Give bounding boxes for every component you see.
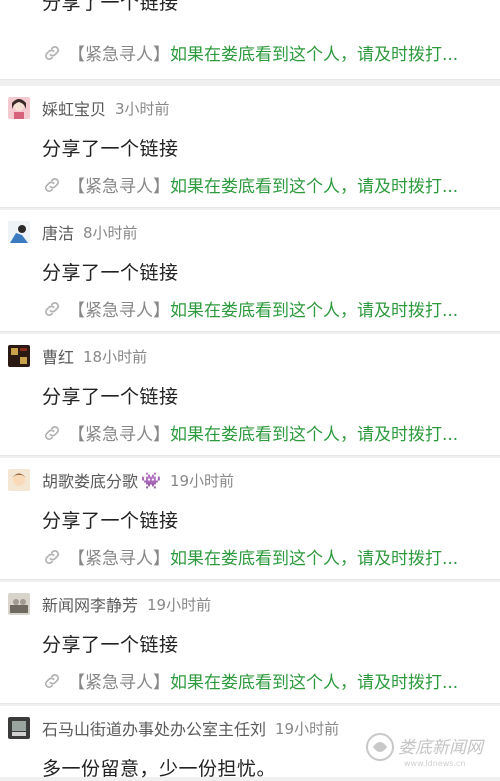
post-time: 18小时前 bbox=[83, 347, 148, 366]
post-text: 分享了一个链接 bbox=[42, 510, 179, 532]
link-tag: 【紧急寻人】 bbox=[68, 549, 170, 569]
post-text: 分享了一个链接 bbox=[42, 138, 179, 160]
link-tag: 【紧急寻人】 bbox=[68, 673, 170, 693]
shared-link[interactable]: 【紧急寻人】 如果在娄底看到这个人，请及时拨打... bbox=[42, 668, 492, 693]
feed-post[interactable]: 曹红 18小时前 分享了一个链接 【紧急寻人】 如果在娄底看到这个人，请及时拨打… bbox=[0, 334, 500, 456]
post-time: 19小时前 bbox=[147, 595, 212, 614]
link-title: 如果在娄底看到这个人，请及时拨打... bbox=[170, 673, 459, 693]
shared-link[interactable]: 【紧急寻人】 如果在娄底看到这个人，请及时拨打... bbox=[42, 544, 492, 569]
shared-link[interactable]: 【紧急寻人】 如果在娄底看到这个人，请及时拨打... bbox=[42, 40, 492, 65]
avatar[interactable] bbox=[8, 593, 30, 615]
avatar[interactable] bbox=[8, 469, 30, 491]
link-tag: 【紧急寻人】 bbox=[68, 425, 170, 445]
shared-link[interactable]: 【紧急寻人】 如果在娄底看到这个人，请及时拨打... bbox=[42, 296, 492, 321]
link-icon bbox=[45, 549, 59, 564]
link-tag: 【紧急寻人】 bbox=[68, 45, 170, 65]
user-name[interactable]: 胡歌娄底分歌 bbox=[42, 468, 138, 492]
link-title: 如果在娄底看到这个人，请及时拨打... bbox=[170, 549, 459, 569]
link-title: 如果在娄底看到这个人，请及时拨打... bbox=[170, 177, 459, 197]
post-text: 分享了一个链接 bbox=[42, 0, 179, 14]
feed-post[interactable]: 胡歌娄底分歌 👾 19小时前 分享了一个链接 【紧急寻人】 如果在娄底看到这个人… bbox=[0, 458, 500, 580]
link-title: 如果在娄底看到这个人，请及时拨打... bbox=[170, 425, 459, 445]
feed-post[interactable]: 分享了一个链接 【紧急寻人】 如果在娄底看到这个人，请及时拨打... bbox=[0, 0, 500, 80]
link-icon bbox=[45, 45, 59, 60]
link-tag: 【紧急寻人】 bbox=[68, 177, 170, 197]
link-icon bbox=[45, 301, 59, 316]
user-name[interactable]: 曹红 bbox=[42, 344, 74, 368]
user-name[interactable]: 婇虹宝贝 bbox=[42, 96, 106, 120]
link-tag: 【紧急寻人】 bbox=[68, 301, 170, 321]
avatar[interactable] bbox=[8, 97, 30, 119]
post-time: 19小时前 bbox=[169, 471, 235, 490]
feed-post[interactable]: 新闻网李静芳 19小时前 分享了一个链接 【紧急寻人】 如果在娄底看到这个人，请… bbox=[0, 582, 500, 704]
avatar[interactable] bbox=[8, 345, 30, 367]
link-title: 如果在娄底看到这个人，请及时拨打... bbox=[170, 301, 459, 321]
feed-post[interactable]: 唐洁 8小时前 分享了一个链接 【紧急寻人】 如果在娄底看到这个人，请及时拨打.… bbox=[0, 210, 500, 332]
post-time: 3小时前 bbox=[115, 99, 170, 118]
link-icon bbox=[45, 673, 59, 688]
user-name[interactable]: 石马山街道办事处办公室主任刘 bbox=[42, 716, 266, 740]
user-name[interactable]: 新闻网李静芳 bbox=[42, 592, 138, 616]
feed-post[interactable]: 婇虹宝贝 3小时前 分享了一个链接 【紧急寻人】 如果在娄底看到这个人，请及时拨… bbox=[0, 86, 500, 208]
user-name[interactable]: 唐洁 bbox=[42, 220, 74, 244]
post-text: 分享了一个链接 bbox=[42, 386, 179, 408]
link-title: 如果在娄底看到这个人，请及时拨打... bbox=[170, 45, 459, 65]
alien-monster-icon: 👾 bbox=[141, 470, 161, 490]
post-time: 8小时前 bbox=[83, 223, 138, 242]
avatar[interactable] bbox=[8, 221, 30, 243]
feed-post[interactable]: 石马山街道办事处办公室主任刘 19小时前 多一份留意，少一份担忧。 bbox=[0, 706, 500, 780]
avatar[interactable] bbox=[8, 717, 30, 739]
post-text: 分享了一个链接 bbox=[42, 634, 179, 656]
post-time: 19小时前 bbox=[275, 719, 340, 738]
shared-link[interactable]: 【紧急寻人】 如果在娄底看到这个人，请及时拨打... bbox=[42, 172, 492, 197]
post-text: 分享了一个链接 bbox=[42, 262, 179, 284]
shared-link[interactable]: 【紧急寻人】 如果在娄底看到这个人，请及时拨打... bbox=[42, 420, 492, 445]
link-icon bbox=[45, 425, 59, 440]
link-icon bbox=[45, 177, 59, 192]
